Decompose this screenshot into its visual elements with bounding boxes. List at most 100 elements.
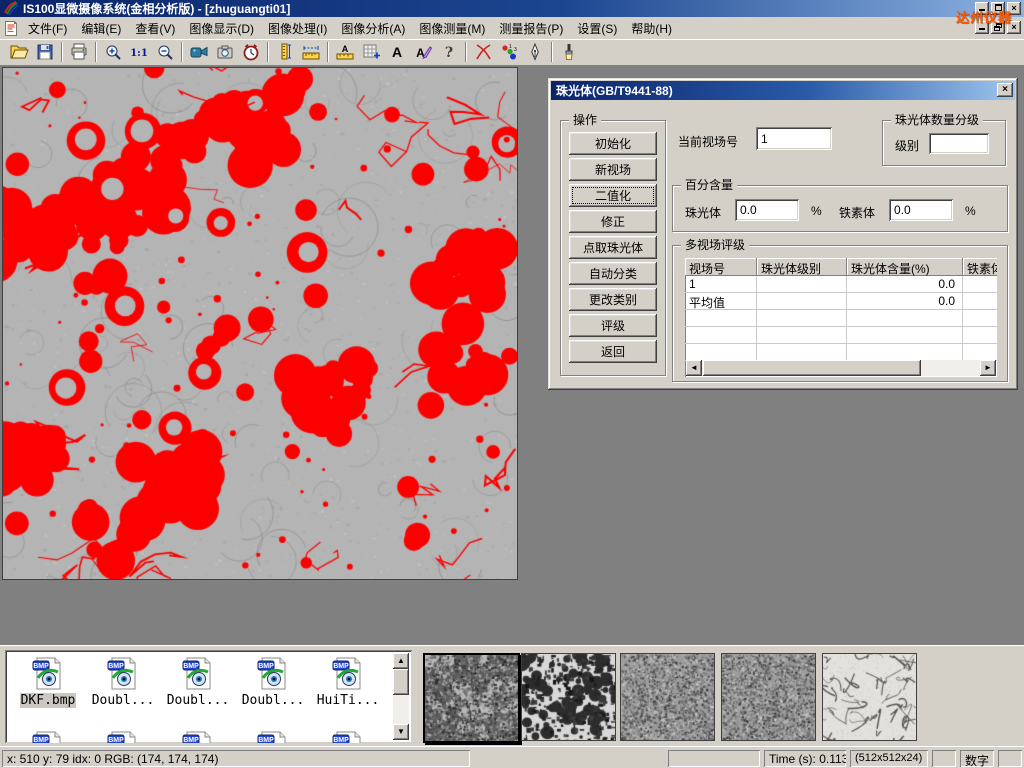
save-button[interactable]: [32, 40, 58, 64]
preview-thumbnail-1[interactable]: [423, 653, 520, 743]
svg-text:BMP: BMP: [333, 737, 349, 743]
grade-group: 珠光体数量分级 级别: [882, 120, 1006, 166]
camera-icon: [216, 43, 234, 61]
scroll-right-button[interactable]: ►: [980, 360, 996, 376]
op-button-4[interactable]: 修正: [569, 210, 657, 233]
menu-item-2[interactable]: 编辑(E): [74, 17, 128, 40]
dialog-title-bar[interactable]: 珠光体(GB/T9441-88) ×: [551, 81, 1015, 100]
file-item-row2[interactable]: BMP: [11, 730, 85, 743]
rating-table-body: 10.0平均值0.0: [685, 276, 997, 361]
menu-item-1[interactable]: 文件(F): [21, 17, 74, 40]
file-item-row2[interactable]: BMP: [161, 730, 235, 743]
ferrite-percent-input[interactable]: [889, 199, 953, 221]
pen-tool-button[interactable]: [522, 40, 548, 64]
file-item-row2[interactable]: BMP: [311, 730, 385, 743]
op-button-3[interactable]: 二值化: [569, 184, 657, 207]
preview-thumbnail-2[interactable]: [521, 653, 616, 741]
video-capture-button[interactable]: [186, 40, 212, 64]
annotate-button[interactable]: A: [410, 40, 436, 64]
column-header-2: 珠光体级别: [757, 258, 847, 276]
bmp-file-icon: BMP: [256, 656, 290, 690]
help-button[interactable]: ?: [436, 40, 462, 64]
menu-bar-items: 文件(F)编辑(E)查看(V)图像显示(D)图像处理(I)图像分析(A)图像测量…: [21, 17, 679, 40]
bmp-file-icon: BMP: [181, 656, 215, 690]
preview-thumbnail-3[interactable]: [620, 653, 715, 741]
op-button-5[interactable]: 点取珠光体: [569, 236, 657, 259]
timer-button[interactable]: [238, 40, 264, 64]
table-row-1[interactable]: 10.0: [685, 276, 997, 293]
file-item-Doubl...[interactable]: BMPDoubl...: [161, 656, 235, 708]
brush-icon: [560, 43, 578, 61]
brush-tool-button[interactable]: [556, 40, 582, 64]
table-cell: [963, 327, 997, 344]
file-item-DKF.bmp[interactable]: BMPDKF.bmp: [11, 656, 85, 708]
table-row-2[interactable]: 平均值0.0: [685, 293, 997, 310]
file-item-row2[interactable]: BMP: [86, 730, 160, 743]
svg-text:BMP: BMP: [258, 737, 274, 743]
menu-item-8[interactable]: 测量报告(P): [492, 17, 570, 40]
table-cell: [757, 344, 847, 361]
binarize-button[interactable]: [470, 40, 496, 64]
grade-input[interactable]: [929, 133, 989, 154]
scroll-down-button[interactable]: ▼: [393, 724, 409, 740]
print-button[interactable]: [66, 40, 92, 64]
toolbar-separator: [61, 42, 63, 62]
grid-cross-button[interactable]: [358, 40, 384, 64]
menu-item-4[interactable]: 图像显示(D): [182, 17, 261, 40]
file-item-HuiTi...[interactable]: BMPHuiTi...: [311, 656, 385, 708]
scrollbar-thumb[interactable]: [393, 669, 409, 695]
camera-capture-button[interactable]: [212, 40, 238, 64]
menu-item-7[interactable]: 图像测量(M): [412, 17, 492, 40]
dialog-close-button[interactable]: ×: [997, 83, 1013, 97]
ruler-icon: [302, 43, 320, 61]
op-button-1[interactable]: 初始化: [569, 132, 657, 155]
table-row-3[interactable]: [685, 310, 997, 327]
actual-size-button[interactable]: 1:1: [126, 40, 152, 64]
calibration-button[interactable]: A: [332, 40, 358, 64]
op-button-8[interactable]: 评级: [569, 314, 657, 337]
title-bar[interactable]: IS100显微摄像系统(金相分析版) - [zhuguangti01]: [0, 0, 1024, 17]
file-item-Doubl...[interactable]: BMPDoubl...: [236, 656, 310, 708]
empty-panel: [668, 750, 760, 767]
file-item-Doubl...[interactable]: BMPDoubl...: [86, 656, 160, 708]
op-button-2[interactable]: 新视场: [569, 158, 657, 181]
op-button-7[interactable]: 更改类别: [569, 288, 657, 311]
resolution-panel: (512x512x24): [850, 750, 928, 767]
phase-classify-button[interactable]: 13: [496, 40, 522, 64]
current-field-input[interactable]: [756, 127, 832, 150]
table-cell: [685, 327, 757, 344]
file-item-row2[interactable]: BMP: [236, 730, 310, 743]
document-icon[interactable]: [3, 20, 19, 36]
menu-item-5[interactable]: 图像处理(I): [261, 17, 334, 40]
table-cell: 平均值: [685, 293, 757, 310]
caliper-measure-button[interactable]: [272, 40, 298, 64]
scrollbar-thumb[interactable]: [703, 360, 921, 376]
table-cell: [685, 310, 757, 327]
pearlite-percent-input[interactable]: [735, 199, 799, 221]
bmp-file-icon: BMP: [106, 730, 140, 743]
menu-item-9[interactable]: 设置(S): [570, 17, 624, 40]
mode-panel: 数字: [960, 750, 994, 767]
ruler-measure-button[interactable]: [298, 40, 324, 64]
menu-item-3[interactable]: 查看(V): [128, 17, 182, 40]
open-file-button[interactable]: [6, 40, 32, 64]
table-row-4[interactable]: [685, 327, 997, 344]
calibration-ruler-a-icon: A: [336, 43, 354, 61]
op-button-9[interactable]: 返回: [569, 340, 657, 363]
zoom-in-button[interactable]: [100, 40, 126, 64]
metallographic-image[interactable]: [2, 67, 518, 580]
op-button-6[interactable]: 自动分类: [569, 262, 657, 285]
preview-thumbnail-4[interactable]: [721, 653, 816, 741]
table-horizontal-scrollbar[interactable]: ◄ ►: [686, 360, 996, 376]
preview-thumbnail-5[interactable]: [822, 653, 917, 741]
zoom-out-button[interactable]: [152, 40, 178, 64]
file-browser-scrollbar[interactable]: ▲ ▼: [393, 653, 409, 740]
scroll-up-button[interactable]: ▲: [393, 653, 409, 669]
svg-text:?: ?: [445, 45, 453, 61]
table-row-5[interactable]: [685, 344, 997, 361]
scroll-left-button[interactable]: ◄: [686, 360, 702, 376]
text-label-button[interactable]: A: [384, 40, 410, 64]
menu-item-10[interactable]: 帮助(H): [624, 17, 679, 40]
menu-item-6[interactable]: 图像分析(A): [334, 17, 412, 40]
svg-text:BMP: BMP: [108, 663, 124, 670]
